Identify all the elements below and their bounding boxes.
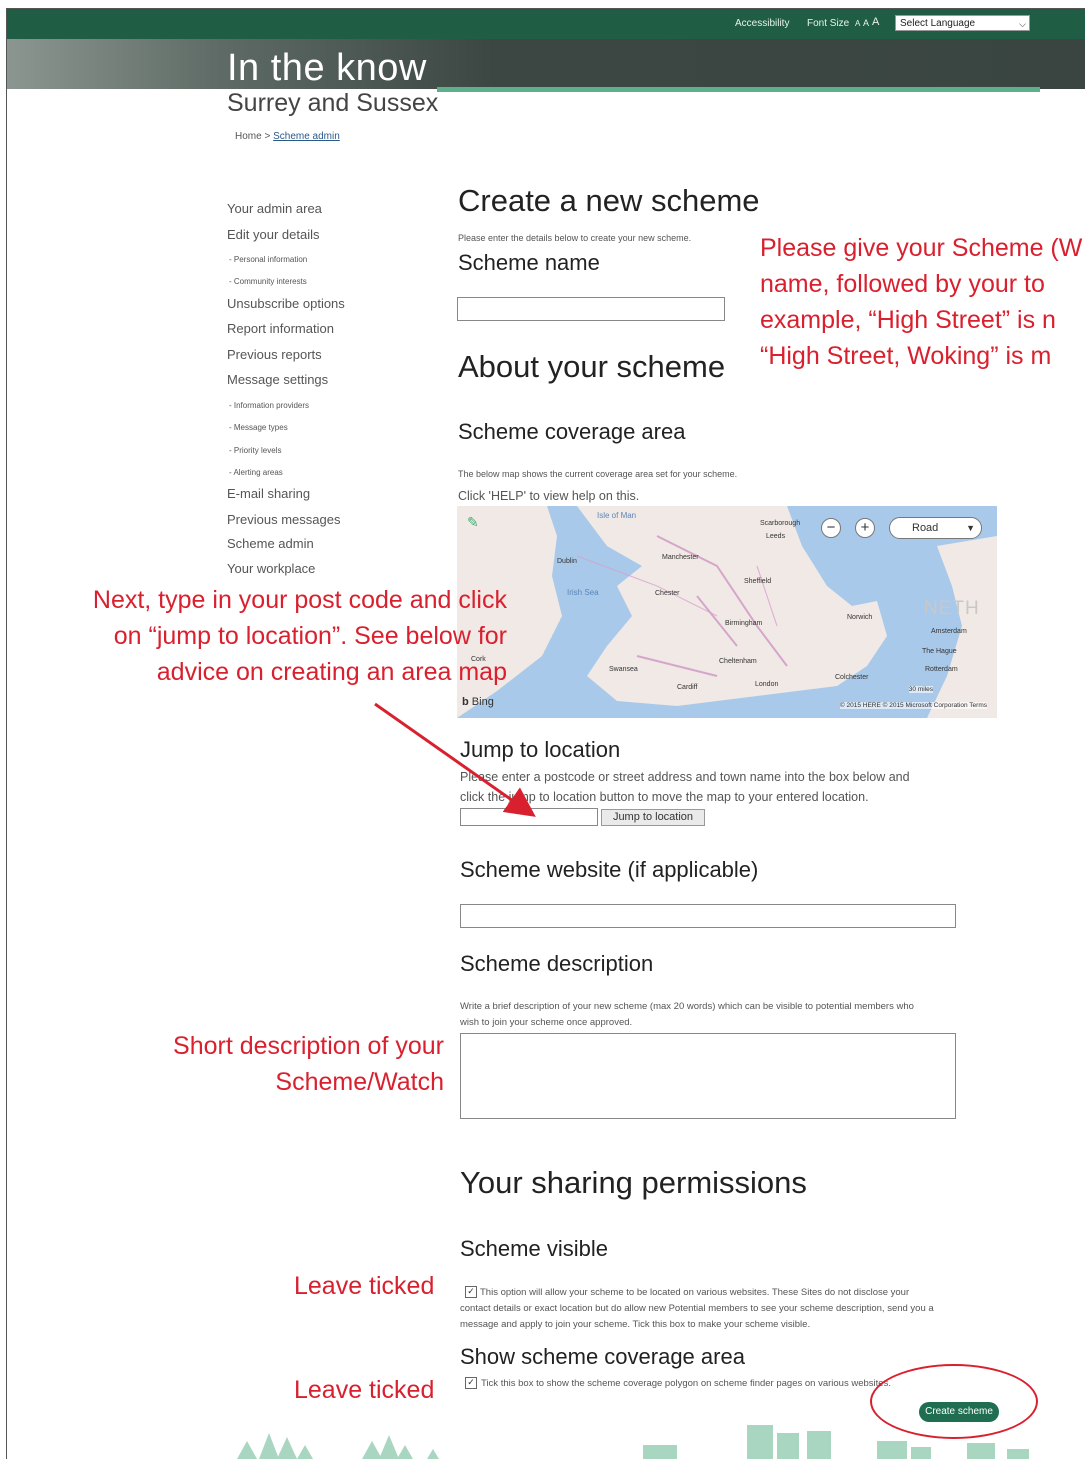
annotation-circle [870, 1364, 1038, 1439]
annotation-leave-ticked-2: Leave ticked [294, 1376, 435, 1404]
annotation-description: Short description of your Scheme/Watch [173, 1028, 444, 1100]
annotation-leave-ticked-1: Leave ticked [294, 1272, 435, 1300]
annotation-line: Short description of your [173, 1032, 444, 1060]
annotation-arrow-layer [374, 702, 536, 817]
annotation-line: Scheme/Watch [275, 1068, 444, 1096]
annotation-arrow [374, 702, 536, 817]
